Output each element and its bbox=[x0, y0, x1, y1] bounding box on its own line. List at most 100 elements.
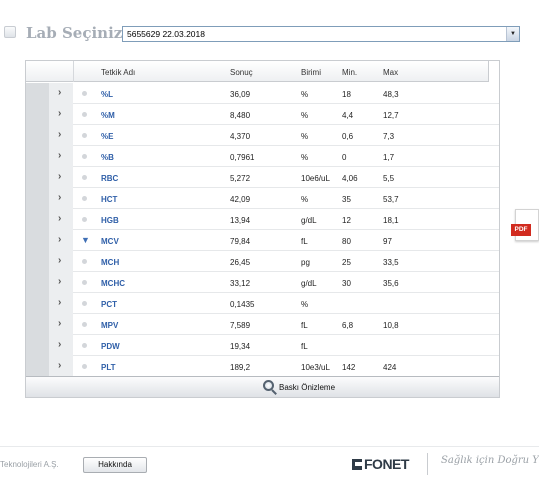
test-result: 189,2 bbox=[230, 363, 251, 372]
chevron-right-icon[interactable]: › bbox=[58, 171, 61, 182]
test-name[interactable]: MPV bbox=[101, 321, 118, 330]
row-gutter bbox=[26, 167, 49, 188]
test-unit: g/dL bbox=[301, 279, 317, 288]
column-header-max[interactable]: Max bbox=[383, 68, 398, 77]
test-unit: % bbox=[301, 300, 309, 309]
pdf-label: PDF bbox=[511, 224, 531, 236]
row-gutter bbox=[26, 230, 49, 251]
test-name[interactable]: %M bbox=[101, 111, 115, 120]
test-name[interactable]: PLT bbox=[101, 363, 116, 372]
test-max: 35,6 bbox=[383, 279, 399, 288]
test-max: 53,7 bbox=[383, 195, 399, 204]
test-result: 42,09 bbox=[230, 195, 251, 204]
chevron-right-icon[interactable]: › bbox=[58, 360, 61, 371]
row-gutter bbox=[26, 272, 49, 293]
row-gutter bbox=[26, 125, 49, 146]
status-dot-icon bbox=[82, 112, 87, 117]
lab-icon bbox=[4, 26, 16, 38]
chevron-right-icon[interactable]: › bbox=[58, 129, 61, 140]
test-name[interactable]: %E bbox=[101, 132, 113, 141]
chevron-right-icon[interactable]: › bbox=[58, 234, 61, 245]
status-dot-icon bbox=[82, 154, 87, 159]
table-row[interactable]: › %L 36,09% 18 48,3 bbox=[26, 83, 499, 104]
column-header-unit[interactable]: Birimi bbox=[301, 68, 321, 77]
test-result: 36,09 bbox=[230, 90, 251, 99]
table-row[interactable]: › %B 0,7961% 0 1,7 bbox=[26, 146, 499, 167]
column-header-result[interactable]: Sonuç bbox=[230, 68, 253, 77]
status-dot-icon bbox=[82, 322, 87, 327]
test-name[interactable]: MCHC bbox=[101, 279, 125, 288]
chevron-right-icon[interactable]: › bbox=[58, 339, 61, 350]
table-row[interactable]: › HGB 13,94 g/dL 12 18,1 bbox=[26, 209, 499, 230]
lab-dropdown[interactable]: 5655629 22.03.2018 ▼ bbox=[122, 26, 520, 42]
test-min: 6,8 bbox=[342, 321, 354, 330]
test-name[interactable]: %L bbox=[101, 90, 113, 99]
footer-separator bbox=[427, 453, 428, 475]
test-name[interactable]: MCH bbox=[101, 258, 119, 267]
row-gutter bbox=[26, 188, 49, 209]
pdf-file-icon[interactable]: PDF bbox=[511, 209, 539, 247]
chevron-right-icon[interactable]: › bbox=[58, 255, 61, 266]
test-result: 26,45 bbox=[230, 258, 251, 267]
test-name[interactable]: HGB bbox=[101, 216, 119, 225]
chevron-right-icon[interactable]: › bbox=[58, 150, 61, 161]
table-row[interactable]: › MCHC 33,12 g/dL 30 35,6 bbox=[26, 272, 499, 293]
status-dot-icon bbox=[82, 175, 87, 180]
chevron-right-icon[interactable]: › bbox=[58, 297, 61, 308]
status-dot-icon bbox=[82, 364, 87, 369]
column-header-min[interactable]: Min. bbox=[342, 68, 357, 77]
test-max: 33,5 bbox=[383, 258, 399, 267]
table-row[interactable]: › ▼ MCV 79,84 fL 80 97 bbox=[26, 230, 499, 251]
brand-name: FONET bbox=[364, 456, 409, 472]
triangle-down-icon: ▼ bbox=[81, 235, 90, 245]
status-dot-icon bbox=[82, 217, 87, 222]
status-dot-icon bbox=[82, 343, 87, 348]
test-name[interactable]: PDW bbox=[101, 342, 120, 351]
test-result: 0,7961 bbox=[230, 153, 255, 162]
chevron-right-icon[interactable]: › bbox=[58, 192, 61, 203]
test-result: 0,1435 bbox=[230, 300, 255, 309]
test-max: 97 bbox=[383, 237, 392, 246]
test-result: 79,84 bbox=[230, 237, 251, 246]
table-row[interactable]: › %M 8,480% 4,4 12,7 bbox=[26, 104, 499, 125]
table-row[interactable]: › HCT 42,09% 35 53,7 bbox=[26, 188, 499, 209]
test-unit: % bbox=[301, 111, 309, 120]
status-dot-icon bbox=[82, 196, 87, 201]
chevron-right-icon[interactable]: › bbox=[58, 108, 61, 119]
test-min: 142 bbox=[342, 363, 356, 372]
test-name[interactable]: MCV bbox=[101, 237, 119, 246]
test-name[interactable]: RBC bbox=[101, 174, 118, 183]
chevron-right-icon[interactable]: › bbox=[58, 276, 61, 287]
brand-logo: FONET bbox=[352, 456, 409, 472]
table-row[interactable]: › RBC 5,272 10e6/uL 4,06 5,5 bbox=[26, 167, 499, 188]
test-max: 10,8 bbox=[383, 321, 399, 330]
test-min: 4,4 bbox=[342, 111, 354, 120]
row-gutter bbox=[26, 314, 49, 335]
table-row[interactable]: › %E 4,370% 0,6 7,3 bbox=[26, 125, 499, 146]
print-preview-button[interactable]: Baskı Önizleme bbox=[257, 378, 339, 397]
test-max: 18,1 bbox=[383, 216, 399, 225]
chevron-right-icon[interactable]: › bbox=[58, 318, 61, 329]
table-row[interactable]: › MCH 26,45 pg 25 33,5 bbox=[26, 251, 499, 272]
results-panel: Tetkik Adı Sonuç Birimi Min. Max › %L 36,0… bbox=[25, 60, 500, 398]
header-divider bbox=[73, 61, 74, 82]
column-header-name[interactable]: Tetkik Adı bbox=[101, 68, 135, 77]
table-row[interactable]: › PLT 189,2 10e3/uL 142 424 bbox=[26, 356, 499, 376]
test-name[interactable]: HCT bbox=[101, 195, 117, 204]
about-button[interactable]: Hakkında bbox=[83, 457, 147, 473]
test-name[interactable]: %B bbox=[101, 153, 114, 162]
status-dot-icon bbox=[82, 133, 87, 138]
test-unit: fL bbox=[301, 321, 308, 330]
row-gutter bbox=[26, 146, 49, 167]
test-result: 8,480 bbox=[230, 111, 251, 120]
chevron-right-icon[interactable]: › bbox=[58, 87, 61, 98]
table-row[interactable]: › MPV 7,589 fL 6,8 10,8 bbox=[26, 314, 499, 335]
chevron-right-icon[interactable]: › bbox=[58, 213, 61, 224]
table-row[interactable]: › PDW 19,34 fL bbox=[26, 335, 499, 356]
test-name[interactable]: PCT bbox=[101, 300, 117, 309]
test-unit: 10e3/uL bbox=[301, 363, 330, 372]
test-result: 4,370 bbox=[230, 132, 251, 141]
chevron-down-icon[interactable]: ▼ bbox=[506, 27, 519, 41]
test-max: 48,3 bbox=[383, 90, 399, 99]
table-row[interactable]: › PCT 0,1435% bbox=[26, 293, 499, 314]
